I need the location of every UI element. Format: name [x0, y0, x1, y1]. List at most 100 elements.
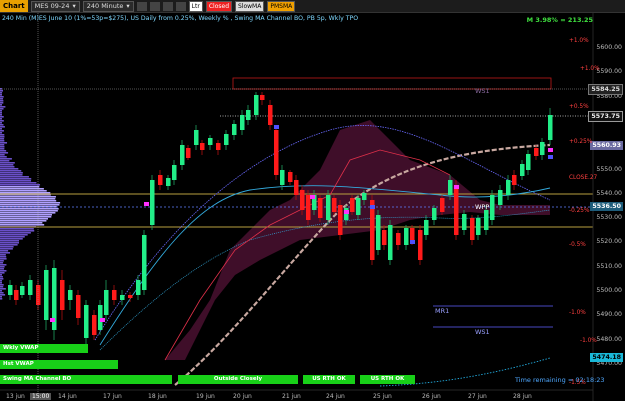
interval-label: 240 Minute: [87, 2, 124, 11]
volume-bar: [0, 136, 4, 138]
chevron-down-icon: ▾: [126, 2, 129, 11]
toolbar-icon-1[interactable]: [137, 2, 147, 11]
candle-body: [418, 230, 423, 260]
signal-marker: [370, 205, 375, 209]
candle-body: [498, 190, 503, 205]
price-tag-wpp: 5536.50: [590, 202, 623, 211]
volume-bar: [0, 180, 31, 182]
candle-body: [98, 305, 103, 330]
volume-bar: [0, 198, 55, 200]
candle-body: [540, 142, 545, 155]
candle-body: [454, 185, 459, 235]
volume-bar: [0, 184, 40, 186]
pct-label: -0.5%: [569, 242, 586, 248]
ws1-top-label: WS1: [475, 87, 490, 95]
chart-button[interactable]: Chart: [0, 0, 28, 12]
volume-bar: [0, 92, 2, 94]
candle-body: [476, 218, 481, 235]
candle-body: [274, 130, 279, 175]
outside-closely-bar: Outside Closely: [178, 375, 298, 384]
price-axis-label: 5480.00: [596, 336, 622, 343]
candle-body: [186, 148, 191, 158]
volume-bar: [0, 234, 28, 236]
volume-bar: [0, 108, 4, 110]
slowma-button[interactable]: SlowMA: [235, 1, 264, 12]
volume-bar: [0, 270, 6, 272]
pmsma-button[interactable]: PMSMA: [267, 1, 295, 12]
volume-bar: [0, 218, 48, 220]
candle-body: [14, 290, 19, 300]
toolbar-icon-3[interactable]: [163, 2, 173, 11]
volume-bar: [0, 128, 2, 130]
volume-bar: [0, 208, 59, 210]
price-tag-high: 5584.25: [588, 84, 623, 95]
candle-body: [166, 178, 171, 186]
candle-body: [150, 180, 155, 225]
candle-body: [326, 195, 331, 220]
volume-bar: [0, 276, 3, 278]
pct-label: -1.0%: [569, 310, 586, 316]
volume-bar: [0, 134, 4, 136]
volume-bar: [0, 228, 34, 230]
ltr-button[interactable]: Ltr: [189, 1, 203, 12]
time-remaining: Time remaining = 02:18:23: [515, 376, 605, 384]
candle-body: [120, 295, 125, 300]
volume-bar: [0, 264, 6, 266]
volume-bar: [0, 192, 50, 194]
volume-bar: [0, 178, 31, 180]
volume-bar: [0, 210, 58, 212]
price-chart[interactable]: [0, 13, 625, 401]
candle-body: [288, 172, 293, 182]
toolbar-icon-4[interactable]: [176, 2, 186, 11]
volume-bar: [0, 266, 5, 268]
candle-body: [362, 193, 367, 200]
candle-body: [520, 164, 525, 176]
candle-body: [548, 115, 553, 140]
date-label: 20 jun: [233, 393, 252, 400]
candle-body: [410, 228, 415, 240]
candle-body: [268, 105, 273, 125]
volume-bar: [0, 250, 8, 252]
toolbar-icon-2[interactable]: [150, 2, 160, 11]
volume-bar: [0, 230, 34, 232]
volume-bar: [0, 280, 2, 282]
date-label: 19 jun: [196, 393, 215, 400]
candle-body: [490, 195, 495, 220]
interval-select[interactable]: 240 Minute ▾: [83, 1, 134, 12]
volume-bar: [0, 236, 25, 238]
candle-body: [60, 280, 65, 310]
volume-bar: [0, 174, 23, 176]
signal-marker: [310, 195, 315, 199]
volume-bar: [0, 288, 6, 290]
volume-bar: [0, 176, 29, 178]
candle-body: [470, 218, 475, 240]
candle-body: [534, 148, 539, 156]
candle-body: [388, 225, 393, 260]
candle-body: [112, 290, 117, 300]
volume-bar: [0, 216, 51, 218]
volume-bar: [0, 278, 3, 280]
volume-bar: [0, 182, 36, 184]
price-axis-label: 5540.00: [596, 190, 622, 197]
volume-bar: [0, 110, 2, 112]
volume-bar: [0, 150, 6, 152]
toolbar: Chart MES 09-24 ▾ 240 Minute ▾ Ltr Closed …: [0, 0, 625, 13]
us-rth-bar-1: US RTH OK: [303, 375, 355, 384]
candle-body: [506, 180, 511, 195]
closed-button[interactable]: Closed: [206, 1, 232, 12]
ichimoku-cloud: [165, 120, 550, 360]
volume-bar: [0, 144, 4, 146]
volume-bar: [0, 170, 21, 172]
price-axis-label: 5490.00: [596, 311, 622, 318]
date-label: 26 jun: [422, 393, 441, 400]
symbol-select[interactable]: MES 09-24 ▾: [31, 1, 80, 12]
candle-body: [448, 180, 453, 195]
candle-body: [404, 228, 409, 245]
volume-bar: [0, 286, 3, 288]
price-axis-label: 5550.00: [596, 166, 622, 173]
price-axis-label: 5590.00: [596, 68, 622, 75]
candle-body: [240, 115, 245, 130]
volume-bar: [0, 296, 2, 298]
candle-body: [216, 143, 221, 150]
date-label: 28 jun: [513, 393, 532, 400]
